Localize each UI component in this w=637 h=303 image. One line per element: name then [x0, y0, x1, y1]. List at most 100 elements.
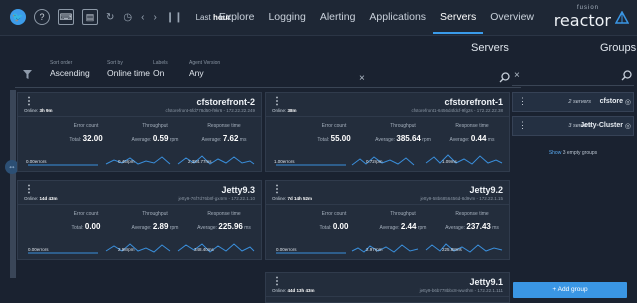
clear-search-button[interactable]: ×: [359, 73, 365, 84]
card-header: ⋮ Jetty9.3 jetty9-76f7d76b8f-gx4rm - 172…: [18, 181, 261, 205]
sparkline-labels: 0.00errors 2.98rpm 348.40ms: [18, 247, 261, 255]
group-options-icon[interactable]: ⋮: [518, 96, 527, 107]
add-group-button[interactable]: + Add group: [513, 282, 627, 298]
group-item-jetty-cluster[interactable]: ⋮ 3 servers Jetty-Cluster ◎: [512, 116, 634, 136]
nav-alerting[interactable]: Alerting: [313, 11, 363, 34]
nav-applications[interactable]: Applications: [362, 11, 433, 34]
server-card-jetty9-3[interactable]: ⋮ Jetty9.3 jetty9-76f7d76b8f-gx4rm - 172…: [17, 180, 262, 260]
group-count: 2 servers: [568, 99, 591, 105]
agent-version-value: Any: [189, 68, 204, 78]
scroll-rail[interactable]: [10, 90, 16, 278]
server-card-jetty9-1[interactable]: ⋮ Jetty9.1 jetty9-b6b778bbc8-ww4hm - 172…: [265, 272, 510, 303]
throughput-spark-label: 2.97rpm: [366, 247, 383, 252]
server-host: jetty9-b6b778bbc8-ww4hm - 172.22.1.111: [419, 288, 503, 293]
response-time-metric: Response time Average: 225.96 ms: [197, 211, 251, 231]
error-count-metric: Error count Total: 55.00: [317, 123, 351, 143]
response-time-metric: Response time Average: 7.62 ms: [201, 123, 247, 143]
card-header: ⋮ Jetty9.1 jetty9-b6b778bbc8-ww4hm - 172…: [266, 273, 509, 297]
response-time-metric: Response time Average: 237.43 ms: [445, 211, 499, 231]
filter-icon[interactable]: [23, 70, 32, 79]
keyboard-icon[interactable]: ⌨: [58, 9, 74, 25]
group-target-icon: ◎: [624, 123, 631, 130]
online-time: Online: 44d 13h 43m: [272, 288, 315, 293]
throughput-spark-label: 0.45rpm: [118, 159, 135, 164]
labels-filter[interactable]: Labels On: [153, 60, 168, 78]
card-header: ⋮ cfstorefront-2 cfstorefront-6fd778d50-…: [18, 93, 261, 117]
agent-version-filter[interactable]: Agent Version Any: [189, 60, 220, 78]
brand-word: reactor: [553, 11, 611, 30]
throughput-metric: Throughput Average: 0.59 rpm: [131, 123, 179, 143]
nav-logging[interactable]: Logging: [261, 11, 312, 34]
sparkline-labels: 0.00errors 2.97rpm 225.88ms: [266, 247, 509, 255]
response-spark-label: 1.09ms: [442, 159, 457, 164]
card-header: ⋮ cfstorefront-1 cfstorefront1-6456d4fdc…: [266, 93, 509, 117]
group-item-cfstore[interactable]: ⋮ 2 servers cfstore ◎: [512, 92, 634, 112]
throughput-metric: Throughput Average: 385.64 rpm: [375, 123, 431, 143]
more-options-icon[interactable]: ⋮: [24, 96, 34, 107]
agent-version-label: Agent Version: [189, 60, 221, 66]
more-options-icon[interactable]: ⋮: [272, 184, 282, 195]
labels-label: Labels: [153, 60, 168, 66]
notes-icon[interactable]: ▤: [82, 9, 98, 25]
sort-order-value: Ascending: [50, 68, 90, 78]
clear-group-search-button[interactable]: ×: [514, 70, 520, 81]
toolbar-icons: 🐦 ? ⌨ ▤: [10, 9, 98, 25]
throughput-spark-label: 2.98rpm: [118, 247, 135, 252]
clock-icon[interactable]: ◷: [123, 12, 132, 23]
labels-value: On: [153, 68, 165, 78]
group-search-icon[interactable]: [621, 70, 632, 81]
server-host: jetty9-58b6856456d-8d9vm - 172.22.1.15: [420, 196, 503, 201]
chevron-right-icon[interactable]: ›: [153, 12, 156, 23]
server-card-cfstorefront-2[interactable]: ⋮ cfstorefront-2 cfstorefront-6fd778d50-…: [17, 92, 262, 172]
response-spark-label: 348.40ms: [194, 247, 214, 252]
sort-order-label: Sort order: [50, 60, 73, 66]
server-name: Jetty9.2: [469, 185, 503, 195]
groups-heading: Groups: [600, 42, 637, 54]
server-card-jetty9-2[interactable]: ⋮ Jetty9.2 jetty9-58b6856456d-8d9vm - 17…: [265, 180, 510, 260]
group-target-icon: ◎: [624, 99, 631, 106]
sparkline-labels: 1.00errors 0.72rpm 1.09ms: [266, 159, 509, 167]
metrics-row: Error count Total: 0.00 Throughput Average…: [18, 211, 261, 233]
error-count-metric: Error count Total: 32.00: [69, 123, 103, 143]
sort-by-label: Sort by: [107, 60, 123, 66]
online-time: Online: 3h 9m: [24, 108, 53, 113]
group-name: cfstore: [599, 98, 623, 105]
online-time: Online: 7d 14h 52m: [272, 196, 313, 201]
nav-overview[interactable]: Overview: [483, 11, 541, 34]
help-icon[interactable]: ?: [34, 9, 50, 25]
more-options-icon[interactable]: ⋮: [272, 96, 282, 107]
online-time: Online: 14d 43m: [24, 196, 58, 201]
logo-bird-icon[interactable]: 🐦: [10, 9, 26, 25]
reactor-mark-icon: [615, 11, 629, 24]
error-spark-label: 0.00errors: [26, 159, 47, 164]
server-card-cfstorefront-1[interactable]: ⋮ cfstorefront-1 cfstorefront1-6456d4fdc…: [265, 92, 510, 172]
group-name: Jetty-Cluster: [580, 122, 623, 129]
group-search-bar: ×: [512, 66, 634, 86]
pause-icon[interactable]: ❙❙: [166, 12, 183, 23]
throughput-metric: Throughput Average: 2.89 rpm: [131, 211, 179, 231]
sort-by-filter[interactable]: Sort by Online time: [107, 60, 150, 78]
group-options-icon[interactable]: ⋮: [518, 120, 527, 131]
main-nav: Overview Servers Applications Alerting L…: [212, 11, 541, 34]
sort-order-filter[interactable]: Sort order Ascending: [50, 60, 90, 78]
nav-servers[interactable]: Servers: [433, 11, 484, 34]
nav-explore[interactable]: Explore: [212, 11, 262, 34]
server-name: cfstorefront-2: [196, 97, 255, 107]
refresh-icon[interactable]: ↻: [106, 12, 114, 23]
search-icon[interactable]: [499, 72, 510, 83]
response-spark-label: 225.88ms: [442, 247, 462, 252]
metrics-row: Error count Total: 32.00 Throughput Averag…: [18, 123, 261, 145]
more-options-icon[interactable]: ⋮: [272, 276, 282, 287]
server-host: jetty9-76f7d76b8f-gx4rm - 172.22.1.10: [178, 196, 255, 201]
server-host: cfstorefront-6fd778d50-f9kr6 - 172.22.22…: [165, 108, 255, 113]
error-count-metric: Error count Total: 0.00: [319, 211, 349, 231]
throughput-spark-label: 0.72rpm: [366, 159, 383, 164]
fusion-reactor-logo[interactable]: fusion reactor: [549, 3, 629, 33]
error-spark-label: 1.00errors: [274, 159, 295, 164]
groups-panel: ⋮ 2 servers cfstore ◎ ⋮ 3 servers Jetty-…: [512, 92, 634, 297]
sort-by-value: Online time: [107, 68, 150, 78]
more-options-icon[interactable]: ⋮: [24, 184, 34, 195]
chevron-left-icon[interactable]: ‹: [141, 12, 144, 23]
show-empty-link[interactable]: Show: [549, 150, 562, 156]
card-header: ⋮ Jetty9.2 jetty9-58b6856456d-8d9vm - 17…: [266, 181, 509, 205]
